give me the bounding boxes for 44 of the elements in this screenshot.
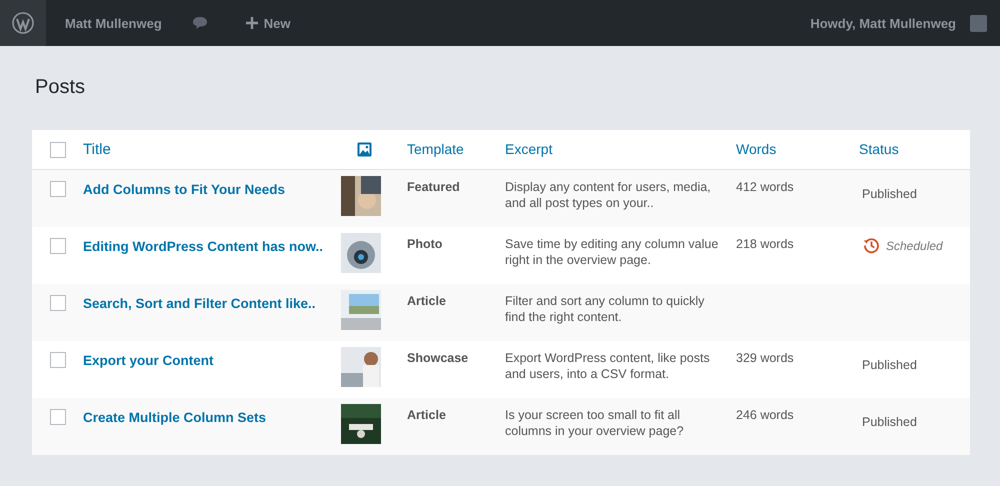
select-all-checkbox[interactable] (50, 142, 66, 158)
page-title: Posts (34, 75, 86, 100)
words-column-header[interactable]: Words (736, 140, 776, 156)
excerpt-cell-text: Export WordPress content, like posts and users, into a CSV format. (505, 350, 711, 382)
status-column-header[interactable]: Status (859, 140, 899, 156)
template-column-header[interactable]: Template (407, 140, 464, 156)
post-title-link[interactable]: Add Columns to Fit Your Needs (83, 182, 286, 197)
template-cell-text: Featured (407, 179, 461, 195)
status-cell-text: Published (861, 357, 918, 373)
word-count-cell-text: 218 words (736, 236, 795, 252)
history-icon (863, 237, 880, 254)
account-greeting-link[interactable]: Howdy, Matt Mullenweg (810, 16, 956, 30)
row-checkbox[interactable] (50, 295, 66, 311)
template-cell-text: Showcase (407, 350, 470, 366)
wordpress-logo-icon[interactable] (0, 0, 46, 46)
word-count-cell-text: 412 words (736, 179, 795, 195)
word-count-cell-text: 246 words (736, 407, 795, 423)
template-cell-text: Article (407, 293, 447, 309)
post-title-link[interactable]: Search, Sort and Filter Content like.. (83, 296, 316, 311)
post-title-link[interactable]: Create Multiple Column Sets (83, 410, 266, 425)
plus-icon (246, 17, 258, 29)
row-checkbox[interactable] (50, 181, 66, 197)
excerpt-column-header[interactable]: Excerpt (505, 140, 552, 156)
template-cell-text: Photo (407, 236, 444, 252)
comment-icon[interactable] (192, 16, 208, 30)
template-cell-text: Article (407, 407, 447, 423)
status-cell-text: Published (861, 414, 918, 430)
word-count-cell-text: 329 words (736, 350, 795, 366)
new-link[interactable]: New (246, 16, 291, 30)
image-icon (357, 142, 372, 157)
title-column-header[interactable]: Title (83, 140, 111, 158)
status-cell: Scheduled (886, 238, 943, 252)
site-name-link[interactable]: Matt Mullenweg (65, 16, 162, 30)
row-checkbox[interactable] (50, 409, 66, 425)
excerpt-cell-text: Is your screen too small to fit all columns in your overview page? (505, 407, 685, 439)
post-title-link[interactable]: Editing WordPress Content has now.. (83, 239, 324, 254)
excerpt-cell-text: Display any content for users, media, and all post types on your.. (505, 179, 712, 211)
row-checkbox[interactable] (50, 352, 66, 368)
row-checkbox[interactable] (50, 238, 66, 254)
status-cell-text: Published (861, 186, 918, 202)
avatar-icon[interactable] (970, 14, 987, 32)
excerpt-cell-text: Save time by editing any column value right in the overview page. (505, 236, 720, 268)
post-title-link[interactable]: Export your Content (83, 353, 214, 368)
excerpt-cell-text: Filter and sort any column to quickly find the right content. (505, 293, 706, 325)
